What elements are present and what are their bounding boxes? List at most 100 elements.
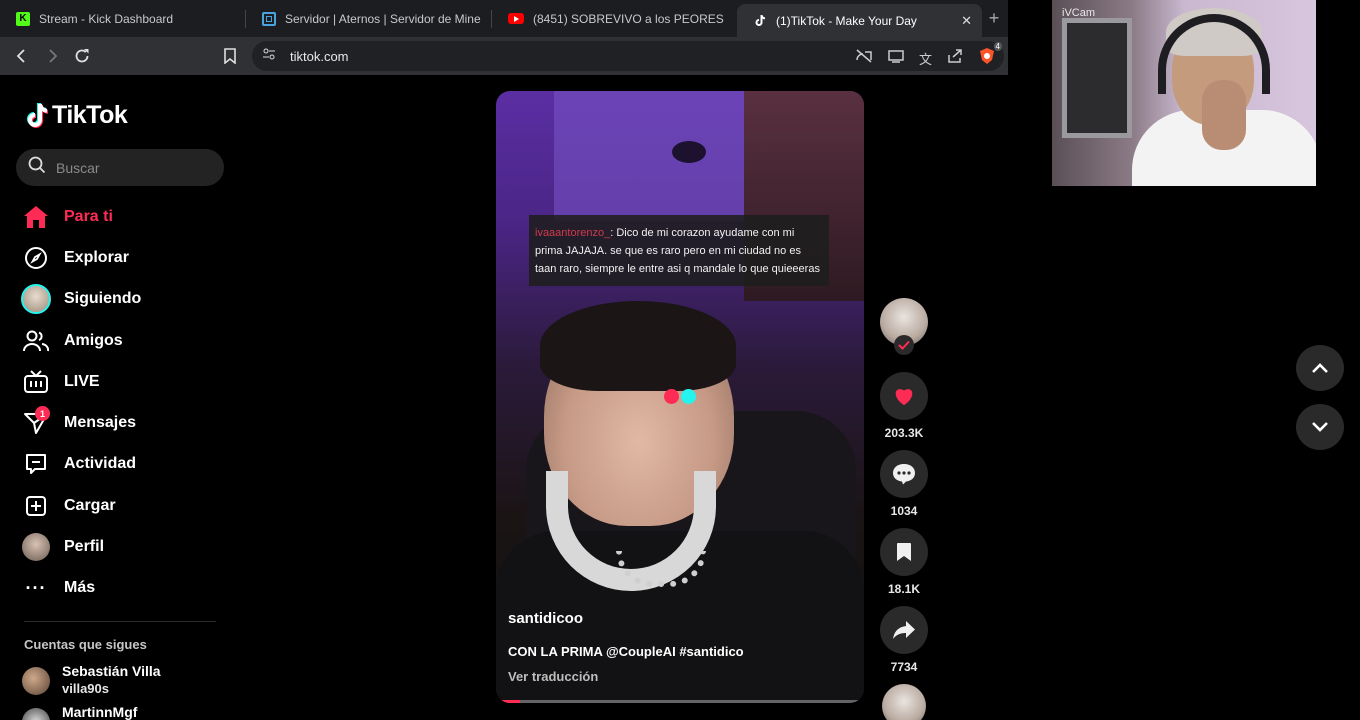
see-translation-link[interactable]: Ver traducción	[508, 669, 598, 684]
tab-tiktok[interactable]: (1)TikTok - Make Your Day ✕	[737, 4, 982, 37]
tab-title: (8451) SOBREVIVO a los PEORES RITU	[533, 11, 727, 26]
tab-title: (1)TikTok - Make Your Day	[776, 13, 917, 28]
following-avatar-icon	[20, 284, 52, 315]
address-toolbar: tiktok.com 文 4	[0, 37, 1008, 75]
video-player[interactable]: ivaaantorenzo_: Dico de mi corazon ayuda…	[496, 91, 864, 703]
back-button[interactable]	[7, 41, 37, 71]
forward-button[interactable]	[37, 41, 67, 71]
tiktok-dots-icon	[664, 389, 696, 404]
close-tab-icon[interactable]: ✕	[961, 13, 972, 29]
cast-icon[interactable]	[887, 48, 905, 69]
webcam-window-background	[1062, 18, 1132, 138]
sidebar-item-label: Amigos	[64, 331, 123, 349]
screen: K Stream - Kick Dashboard Servidor | Ate…	[0, 0, 1360, 720]
chevron-down-icon	[1312, 422, 1328, 432]
sidebar-menu: Para ti Explorar Siguiendo Amigos LIVE 1…	[20, 196, 230, 609]
save-button[interactable]	[880, 528, 928, 576]
avatar	[22, 708, 50, 720]
like-button[interactable]	[880, 372, 928, 420]
search-input[interactable]	[56, 159, 216, 176]
omnibox[interactable]: tiktok.com 文 4	[252, 41, 1004, 71]
previous-video-button[interactable]	[1296, 345, 1344, 391]
sidebar-item-label: Perfil	[64, 538, 105, 556]
logo-text: TikTok	[52, 101, 128, 129]
sidebar-item-live[interactable]: LIVE	[20, 361, 230, 402]
sidebar-item-label: Actividad	[64, 455, 137, 473]
comment-username: ivaaantorenzo_	[535, 227, 611, 239]
video-caption: CON LA PRIMA @CoupleAI #santidico	[508, 644, 744, 659]
sidebar: TikTok Para ti Explorar	[0, 75, 240, 720]
creator-avatar[interactable]	[880, 298, 928, 355]
sidebar-item-mensajes[interactable]: 1 Mensajes	[20, 402, 230, 443]
followed-account[interactable]: MartinnMgf	[22, 704, 137, 720]
search-box[interactable]	[16, 149, 224, 186]
followed-account[interactable]: Sebastián Villa villa90s	[22, 663, 161, 697]
friends-icon	[20, 327, 52, 355]
share-icon[interactable]	[946, 48, 964, 69]
profile-avatar-icon	[20, 533, 52, 562]
account-name: Sebastián Villa	[62, 663, 161, 679]
account-name: MartinnMgf	[62, 704, 138, 720]
sidebar-item-label: Explorar	[64, 248, 129, 266]
tiktok-logo[interactable]: TikTok	[24, 101, 128, 130]
kick-icon: K	[16, 11, 30, 26]
tab-title: Servidor | Aternos | Servidor de Mine	[285, 11, 481, 26]
reload-button[interactable]	[67, 41, 97, 71]
following-accounts-title: Cuentas que sigues	[24, 637, 147, 652]
site-settings-icon[interactable]	[262, 47, 276, 66]
webcam-person-hand	[1202, 80, 1246, 150]
sidebar-item-cargar[interactable]: Cargar	[20, 485, 230, 526]
share-button[interactable]	[880, 606, 928, 654]
chevron-up-icon	[1312, 363, 1328, 373]
tab-youtube[interactable]: (8451) SOBREVIVO a los PEORES RITU	[492, 0, 737, 37]
webcam-label: iVCam	[1062, 7, 1096, 19]
comment-count: 1034	[890, 504, 918, 518]
sound-avatar[interactable]	[882, 684, 926, 720]
share-arrow-icon	[893, 621, 915, 639]
comment-button[interactable]	[880, 450, 928, 498]
sidebar-item-perfil[interactable]: Perfil	[20, 526, 230, 567]
shield-count-badge: 4	[993, 42, 1002, 51]
sidebar-divider	[24, 621, 216, 622]
sidebar-item-para-ti[interactable]: Para ti	[20, 196, 230, 237]
url-text: tiktok.com	[290, 48, 349, 64]
bookmark-button[interactable]	[215, 41, 245, 71]
live-icon	[20, 368, 52, 396]
aternos-icon	[262, 11, 276, 26]
video-actions: 203.3K 1034 18.1K 7734	[880, 298, 928, 720]
messages-icon: 1	[20, 406, 52, 437]
followed-check-icon[interactable]	[894, 335, 914, 355]
no-cast-icon[interactable]	[855, 48, 873, 69]
new-tab-button[interactable]: +	[982, 0, 1006, 37]
more-icon: ···	[25, 577, 47, 598]
search-icon	[28, 156, 46, 179]
brave-shield-icon[interactable]: 4	[978, 42, 1002, 70]
tiktok-icon	[753, 14, 767, 28]
browser-tab-bar: K Stream - Kick Dashboard Servidor | Ate…	[0, 0, 1008, 37]
like-count: 203.3K	[884, 426, 924, 440]
omnibox-actions: 文 4	[855, 42, 1002, 70]
activity-icon	[20, 450, 52, 478]
tab-kick[interactable]: K Stream - Kick Dashboard	[0, 0, 245, 37]
webcam-overlay: iVCam	[1052, 0, 1316, 186]
sidebar-item-label: Para ti	[64, 207, 113, 225]
sidebar-item-siguiendo[interactable]: Siguiendo	[20, 279, 230, 320]
translate-icon[interactable]: 文	[919, 49, 932, 68]
heart-icon	[895, 389, 913, 406]
compass-icon	[20, 244, 52, 272]
sidebar-item-explorar[interactable]: Explorar	[20, 237, 230, 278]
next-video-button[interactable]	[1296, 404, 1344, 450]
sidebar-item-amigos[interactable]: Amigos	[20, 320, 230, 361]
sidebar-item-label: Cargar	[64, 496, 116, 514]
comment-icon	[893, 464, 915, 485]
sidebar-item-mas[interactable]: ··· Más	[20, 568, 230, 609]
video-author[interactable]: santidicoo	[508, 610, 583, 627]
youtube-icon	[508, 13, 524, 24]
video-person-hair	[540, 301, 736, 391]
avatar	[22, 667, 50, 695]
tab-aternos[interactable]: Servidor | Aternos | Servidor de Mine	[246, 0, 491, 37]
sidebar-item-label: Mensajes	[64, 414, 137, 432]
video-progress-bar[interactable]	[502, 700, 858, 703]
sidebar-item-label: Siguiendo	[64, 290, 142, 308]
sidebar-item-actividad[interactable]: Actividad	[20, 444, 230, 485]
